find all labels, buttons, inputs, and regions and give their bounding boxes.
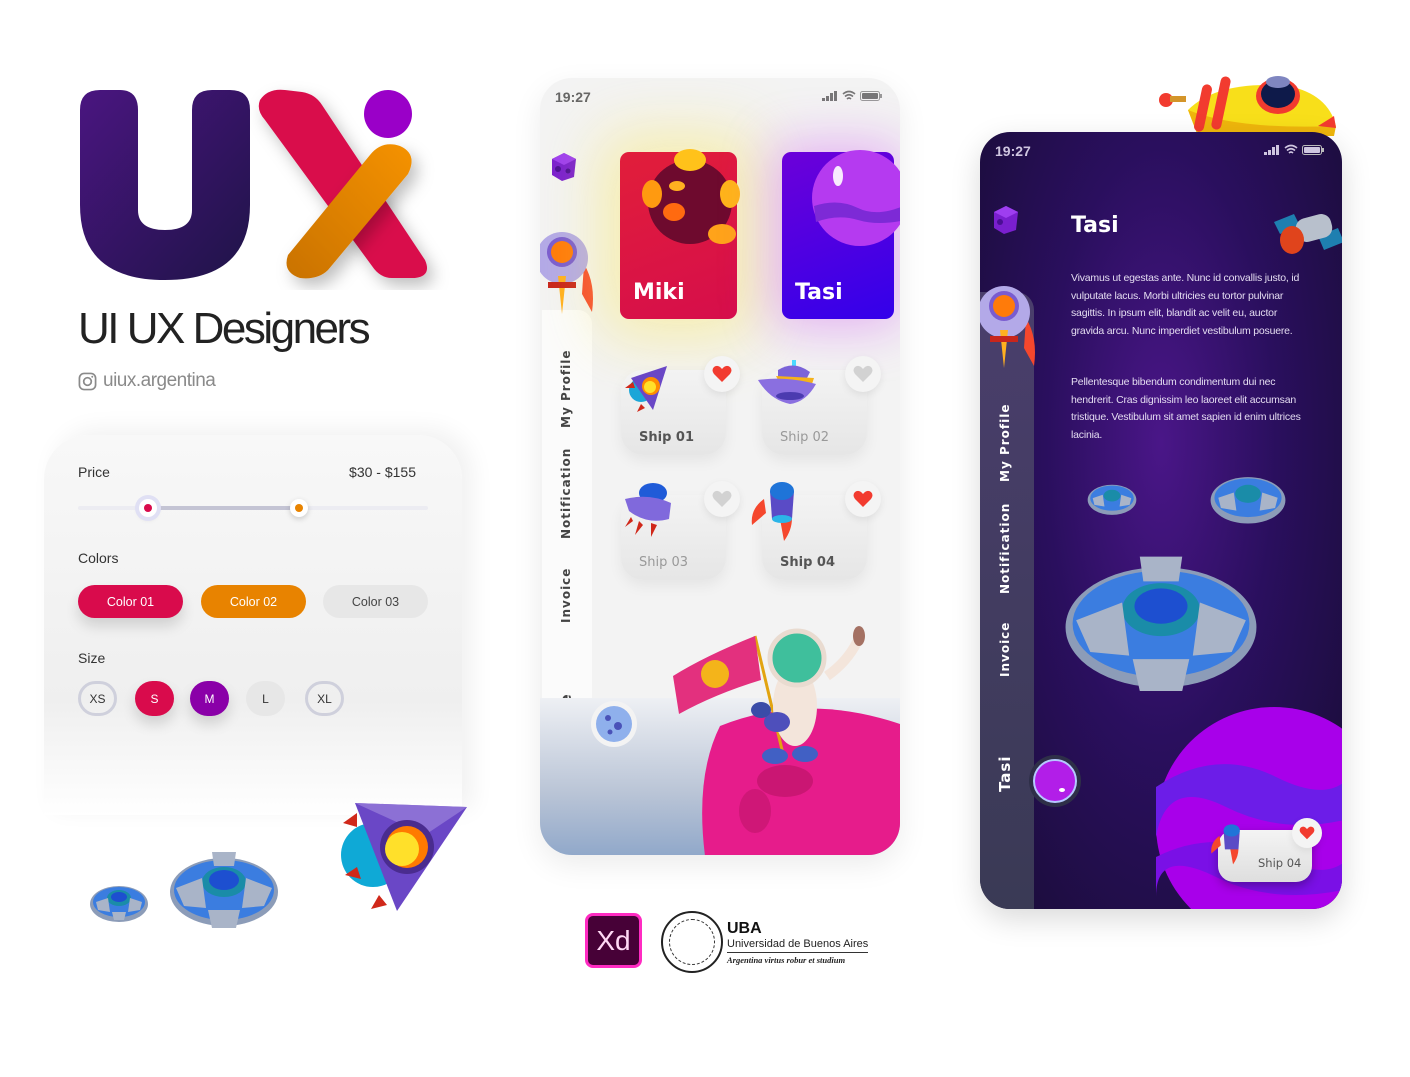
ship-label: Ship 04 <box>780 555 835 570</box>
astronaut-on-planet-illustration <box>673 626 900 855</box>
logo-letter-u <box>80 90 250 280</box>
uba-motto: Argentina virtus robur et studium <box>727 954 846 965</box>
rocket-large-icon <box>341 803 467 911</box>
phone-light-home: 19:27 My Profile Notification Invoice Ho… <box>540 78 900 855</box>
size-option-xl[interactable]: XL <box>305 681 344 716</box>
detail-title: Tasi <box>1071 213 1119 238</box>
ufo-large-icon <box>1065 556 1257 691</box>
instagram-handle[interactable]: uiux.argentina <box>78 370 216 392</box>
side-nav <box>980 292 1034 909</box>
detail-paragraph-2: Pellentesque bibendum condimentum dui ne… <box>1071 376 1301 441</box>
phone-dark-detail: 19:27 My Profile Notification Invoice Ta… <box>980 132 1342 909</box>
color-option-03[interactable]: Color 03 <box>323 585 428 618</box>
ship-label: Ship 01 <box>639 430 694 445</box>
planet-purple-icon <box>812 150 900 246</box>
rocket-nav-icon <box>540 232 593 314</box>
asteroid-cube-icon <box>552 153 576 181</box>
ship-mini-card[interactable]: Ship 04 <box>1211 818 1322 882</box>
submarine-icon <box>1159 76 1336 136</box>
favorite-button[interactable] <box>845 356 881 392</box>
ufo-small-icon <box>90 886 148 922</box>
planet-lava-icon <box>642 149 740 244</box>
nav-my-profile[interactable]: My Profile <box>998 404 1012 482</box>
ufo-large-icon <box>170 852 278 928</box>
planet-card-name: Tasi <box>795 280 843 305</box>
colors-label: Colors <box>78 550 119 566</box>
ufo-saucer-icon <box>758 360 816 404</box>
ufo-small-icon <box>1087 484 1137 515</box>
nav-invoice[interactable]: Invoice <box>998 622 1012 677</box>
planet-card-name: Miki <box>633 280 685 305</box>
signal-icon <box>822 90 837 101</box>
planet-card-miki[interactable]: Miki <box>620 149 740 319</box>
uba-abbr: UBA <box>727 919 762 937</box>
size-option-s[interactable]: S <box>135 681 174 716</box>
battery-icon <box>1302 144 1324 155</box>
adobe-xd-logo: Xd <box>585 913 642 968</box>
nav-notification[interactable]: Notification <box>998 503 1012 594</box>
ship-label: Ship 03 <box>639 555 689 570</box>
ufo-legs-icon <box>625 483 671 537</box>
asteroid-cube-icon <box>994 206 1018 234</box>
instagram-icon <box>78 372 97 390</box>
status-icons <box>1264 144 1324 155</box>
heart-outline-icon <box>853 365 873 382</box>
nav-my-profile[interactable]: My Profile <box>559 350 573 428</box>
status-time: 19:27 <box>555 89 591 105</box>
heart-filled-icon <box>712 365 732 382</box>
favorite-button[interactable] <box>704 481 740 517</box>
heart-filled-icon <box>1299 826 1315 840</box>
satellite-icon <box>1274 213 1342 254</box>
uba-seal-icon <box>661 911 723 973</box>
uba-name: Universidad de Buenos Aires <box>727 938 869 953</box>
size-option-l[interactable]: L <box>246 681 285 716</box>
color-option-02[interactable]: Color 02 <box>201 585 306 618</box>
wifi-icon <box>842 90 856 100</box>
ufo-medium-icon <box>1210 477 1286 524</box>
rocket-icon <box>625 366 667 412</box>
color-option-01[interactable]: Color 01 <box>78 585 183 618</box>
ship-card-03[interactable]: Ship 03 <box>621 481 740 580</box>
status-icons <box>822 90 882 101</box>
logo-dot <box>364 90 412 138</box>
favorite-button[interactable] <box>704 356 740 392</box>
ship-card-04[interactable]: Ship 04 <box>751 481 881 580</box>
planet-nav-icon[interactable] <box>1028 754 1082 808</box>
status-time: 19:27 <box>995 143 1031 159</box>
ship-card-02[interactable]: Ship 02 <box>758 356 881 455</box>
instagram-handle-text: uiux.argentina <box>103 370 216 391</box>
rocket-capsule-icon <box>1211 824 1240 865</box>
price-slider[interactable] <box>78 499 428 517</box>
heart-outline-icon <box>712 490 732 507</box>
ship-label: Ship 04 <box>1258 856 1302 870</box>
price-label: Price <box>78 464 110 480</box>
detail-paragraph-1: Vivamus ut egestas ante. Nunc id convall… <box>1071 272 1300 337</box>
price-slider-min-thumb[interactable] <box>139 499 157 517</box>
ship-label: Ship 02 <box>780 430 830 445</box>
size-option-xs[interactable]: XS <box>78 681 117 716</box>
wifi-icon <box>1284 144 1298 154</box>
favorite-button[interactable] <box>845 481 881 517</box>
size-label: Size <box>78 650 106 666</box>
ux-logo <box>80 89 428 280</box>
nav-tasi[interactable]: Tasi <box>996 756 1014 793</box>
uba-logo: UBA Universidad de Buenos Aires Argentin… <box>661 911 869 973</box>
favorite-button[interactable] <box>1292 818 1322 848</box>
rocket-capsule-icon <box>751 482 794 541</box>
nav-notification[interactable]: Notification <box>559 448 573 539</box>
price-range-value: $30 - $155 <box>349 464 416 480</box>
planet-card-tasi[interactable]: Tasi <box>782 150 900 319</box>
size-option-m[interactable]: M <box>190 681 229 716</box>
nav-invoice[interactable]: Invoice <box>559 568 573 623</box>
filter-card: Price $30 - $155 Colors Color 01 Color 0… <box>44 435 462 815</box>
price-slider-max-thumb[interactable] <box>289 499 308 517</box>
signal-icon <box>1264 144 1279 155</box>
moon-nav-icon[interactable] <box>590 700 638 748</box>
brand-title: UI UX Designers <box>78 304 371 353</box>
ship-card-01[interactable]: Ship 01 <box>621 356 740 455</box>
rocket-nav-icon <box>980 286 1035 368</box>
heart-filled-icon <box>853 490 873 507</box>
price-slider-fill <box>148 506 299 510</box>
battery-icon <box>860 90 882 101</box>
